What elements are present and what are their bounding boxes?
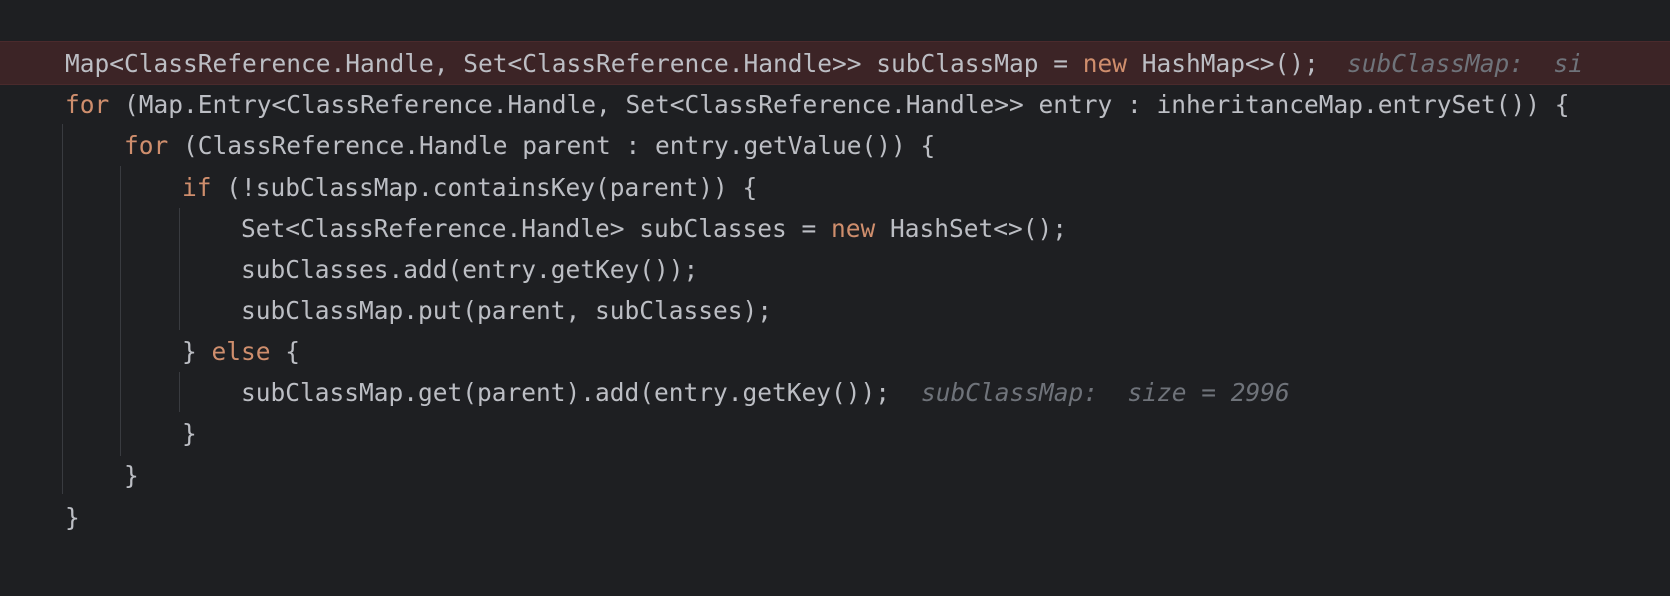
code-text: subClasses.add(entry.getKey()); [241,255,699,284]
code-editor[interactable]: Map<ClassReference.Handle, Set<ClassRefe… [0,0,1670,596]
code-line[interactable]: } [0,412,1670,456]
code-line[interactable]: for (Map.Entry<ClassReference.Handle, Se… [0,83,1670,127]
code-text: } [124,461,139,490]
code-token: (Map.Entry<ClassReference.Handle, Set<Cl… [109,90,1570,119]
code-line[interactable]: } else { [0,330,1670,374]
code-line[interactable]: if (!subClassMap.containsKey(parent)) { [0,166,1670,210]
keyword-token: else [211,337,271,366]
code-line[interactable]: subClassMap.put(parent, subClasses); [0,289,1670,333]
code-line-breakpoint[interactable]: Map<ClassReference.Handle, Set<ClassRefe… [0,41,1670,85]
keyword-token: if [182,173,212,202]
code-text: } [182,419,197,448]
code-text: } else { [182,330,300,374]
code-line[interactable]: subClasses.add(entry.getKey()); [0,248,1670,292]
code-text: Set<ClassReference.Handle> subClasses = … [241,207,1067,251]
code-token: HashMap<>(); [1127,49,1319,78]
code-text: Map<ClassReference.Handle, Set<ClassRefe… [65,42,1319,86]
code-text: for (Map.Entry<ClassReference.Handle, Se… [65,83,1570,127]
code-text: if (!subClassMap.containsKey(parent)) { [182,166,757,210]
inlay-debug-value-hint: subClassMap: si [1347,49,1584,78]
code-line[interactable]: subClassMap.get(parent).add(entry.getKey… [0,371,1670,415]
keyword-token: for [124,131,169,160]
code-text: subClassMap.get(parent).add(entry.getKey… [241,378,891,407]
keyword-token: for [65,90,110,119]
code-text: for (ClassReference.Handle parent : entr… [124,124,935,168]
code-token: Set<ClassReference.Handle> subClasses = [241,214,832,243]
code-text: subClassMap.put(parent, subClasses); [241,296,773,325]
code-token: (ClassReference.Handle parent : entry.ge… [168,131,936,160]
code-text: } [65,503,80,532]
code-token: (!subClassMap.containsKey(parent)) { [211,173,758,202]
code-token: { [270,337,301,366]
code-line[interactable]: for (ClassReference.Handle parent : entr… [0,124,1670,168]
keyword-token: new [831,214,876,243]
code-token: } [182,337,212,366]
inlay-debug-value-hint: subClassMap: size = 2996 [921,378,1290,407]
code-token: Map<ClassReference.Handle, Set<ClassRefe… [65,49,1083,78]
code-line[interactable]: Set<ClassReference.Handle> subClasses = … [0,207,1670,251]
code-line[interactable]: } [0,496,1670,540]
code-line[interactable]: } [0,454,1670,498]
code-token: HashSet<>(); [875,214,1068,243]
keyword-token: new [1082,49,1128,78]
